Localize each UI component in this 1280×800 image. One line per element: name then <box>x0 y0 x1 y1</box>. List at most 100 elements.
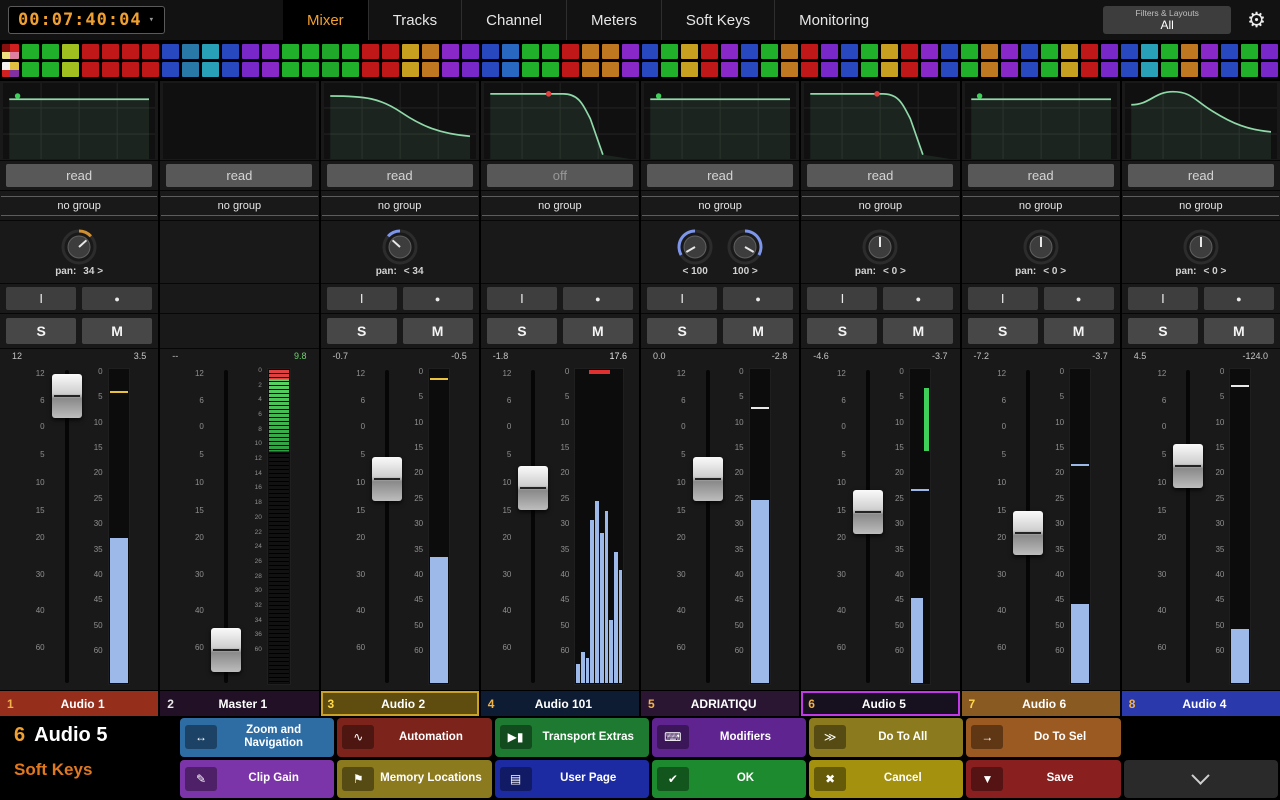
mute-button[interactable]: M <box>82 318 152 344</box>
input-monitor-button[interactable]: I <box>487 287 557 310</box>
input-monitor-button[interactable]: I <box>6 287 76 310</box>
softkey-do-to-all[interactable]: ≫Do To All <box>809 718 963 757</box>
track-color-cell[interactable] <box>262 62 279 77</box>
track-color-cell[interactable] <box>901 44 918 59</box>
group-assignment[interactable]: no group <box>801 190 959 220</box>
track-color-cell[interactable] <box>701 44 718 59</box>
track-color-cell[interactable] <box>622 44 639 59</box>
track-color-cell[interactable] <box>442 62 459 77</box>
fader-handle[interactable] <box>211 628 241 672</box>
track-color-cell[interactable] <box>1061 44 1078 59</box>
channel-name-plate[interactable]: 5ADRIATIQU <box>641 690 799 716</box>
solo-button[interactable]: S <box>1128 318 1198 344</box>
mute-button[interactable]: M <box>883 318 953 344</box>
track-color-cell[interactable] <box>1121 62 1138 77</box>
track-color-cell[interactable] <box>1101 62 1118 77</box>
track-color-cell[interactable] <box>382 44 399 59</box>
track-color-cell[interactable] <box>1101 44 1118 59</box>
track-color-cell[interactable] <box>1021 44 1038 59</box>
softkey-cancel[interactable]: ✖Cancel <box>809 760 963 799</box>
track-color-cell[interactable] <box>542 44 559 59</box>
track-color-cell[interactable] <box>142 44 159 59</box>
automation-mode-button[interactable]: read <box>807 164 953 187</box>
track-color-cell[interactable] <box>1181 62 1198 77</box>
mute-button[interactable]: M <box>403 318 473 344</box>
softkey-ok[interactable]: ✔OK <box>652 760 806 799</box>
record-arm-button[interactable]: ● <box>1044 287 1114 310</box>
tab-soft-keys[interactable]: Soft Keys <box>661 0 774 40</box>
pan-knob[interactable] <box>676 228 714 266</box>
solo-button[interactable]: S <box>487 318 557 344</box>
track-color-cell[interactable] <box>861 44 878 59</box>
track-color-cell[interactable] <box>222 44 239 59</box>
track-color-cell[interactable] <box>841 44 858 59</box>
channel-name-plate[interactable]: 8Audio 4 <box>1122 690 1280 716</box>
track-color-cell[interactable] <box>901 62 918 77</box>
track-color-cell[interactable] <box>122 62 139 77</box>
track-color-cell[interactable] <box>22 44 39 59</box>
track-color-cell[interactable] <box>22 62 39 77</box>
eq-curve-display[interactable] <box>965 83 1117 159</box>
record-arm-button[interactable]: ● <box>883 287 953 310</box>
track-color-cell[interactable] <box>102 62 119 77</box>
track-color-cell[interactable] <box>1241 62 1258 77</box>
fader-handle[interactable] <box>372 457 402 501</box>
track-color-cell[interactable] <box>821 62 838 77</box>
channel-name-plate[interactable]: 6Audio 5 <box>801 690 959 716</box>
timecode-display[interactable]: 00:07:40:04 ▾ <box>8 6 165 34</box>
group-assignment[interactable]: no group <box>160 190 318 220</box>
track-color-cell[interactable] <box>781 44 798 59</box>
track-color-cell[interactable] <box>1081 44 1098 59</box>
track-color-cell[interactable] <box>1181 44 1198 59</box>
track-color-cell[interactable] <box>1001 62 1018 77</box>
track-color-cell[interactable] <box>422 44 439 59</box>
eq-curve-display[interactable] <box>163 83 315 159</box>
track-color-cell[interactable] <box>721 44 738 59</box>
track-color-cell[interactable] <box>602 62 619 77</box>
input-monitor-button[interactable]: I <box>968 287 1038 310</box>
track-color-cell[interactable] <box>382 62 399 77</box>
track-color-cell[interactable] <box>941 44 958 59</box>
track-color-cell[interactable] <box>2 44 19 59</box>
filters-layouts-dropdown[interactable]: Filters & Layouts All <box>1103 6 1231 35</box>
tab-channel[interactable]: Channel <box>461 0 566 40</box>
eq-curve-display[interactable] <box>804 83 956 159</box>
track-color-cell[interactable] <box>1241 44 1258 59</box>
track-color-cell[interactable] <box>661 62 678 77</box>
record-arm-button[interactable]: ● <box>723 287 793 310</box>
automation-mode-button[interactable]: read <box>327 164 473 187</box>
track-color-cell[interactable] <box>502 62 519 77</box>
track-color-cell[interactable] <box>322 44 339 59</box>
group-assignment[interactable]: no group <box>962 190 1120 220</box>
track-color-cell[interactable] <box>1141 44 1158 59</box>
track-color-cell[interactable] <box>42 44 59 59</box>
track-color-cell[interactable] <box>961 62 978 77</box>
track-color-cell[interactable] <box>801 44 818 59</box>
track-color-cell[interactable] <box>642 62 659 77</box>
automation-mode-button[interactable]: read <box>166 164 312 187</box>
track-color-cell[interactable] <box>202 44 219 59</box>
track-color-cell[interactable] <box>282 62 299 77</box>
softkey-user-page[interactable]: ▤User Page <box>495 760 649 799</box>
track-color-cell[interactable] <box>981 44 998 59</box>
automation-mode-button[interactable]: read <box>6 164 152 187</box>
track-color-cell[interactable] <box>342 62 359 77</box>
pan-knob[interactable] <box>381 228 419 266</box>
track-color-cell[interactable] <box>1221 44 1238 59</box>
gear-icon[interactable]: ⚙ <box>1247 8 1266 33</box>
softkey-clip-gain[interactable]: ✎Clip Gain <box>180 760 334 799</box>
track-color-cell[interactable] <box>222 62 239 77</box>
tab-monitoring[interactable]: Monitoring <box>774 0 893 40</box>
track-color-cell[interactable] <box>701 62 718 77</box>
soft-keys-expander-button[interactable] <box>1124 760 1278 799</box>
pan-knob[interactable] <box>1182 228 1220 266</box>
track-color-cell[interactable] <box>202 62 219 77</box>
automation-mode-button[interactable]: off <box>487 164 633 187</box>
channel-name-plate[interactable]: 3Audio 2 <box>321 690 479 716</box>
track-color-cell[interactable] <box>342 44 359 59</box>
track-color-cell[interactable] <box>42 62 59 77</box>
softkey-do-to-sel[interactable]: →Do To Sel <box>966 718 1120 757</box>
track-color-cell[interactable] <box>1261 44 1278 59</box>
track-color-cell[interactable] <box>741 62 758 77</box>
record-arm-button[interactable]: ● <box>563 287 633 310</box>
